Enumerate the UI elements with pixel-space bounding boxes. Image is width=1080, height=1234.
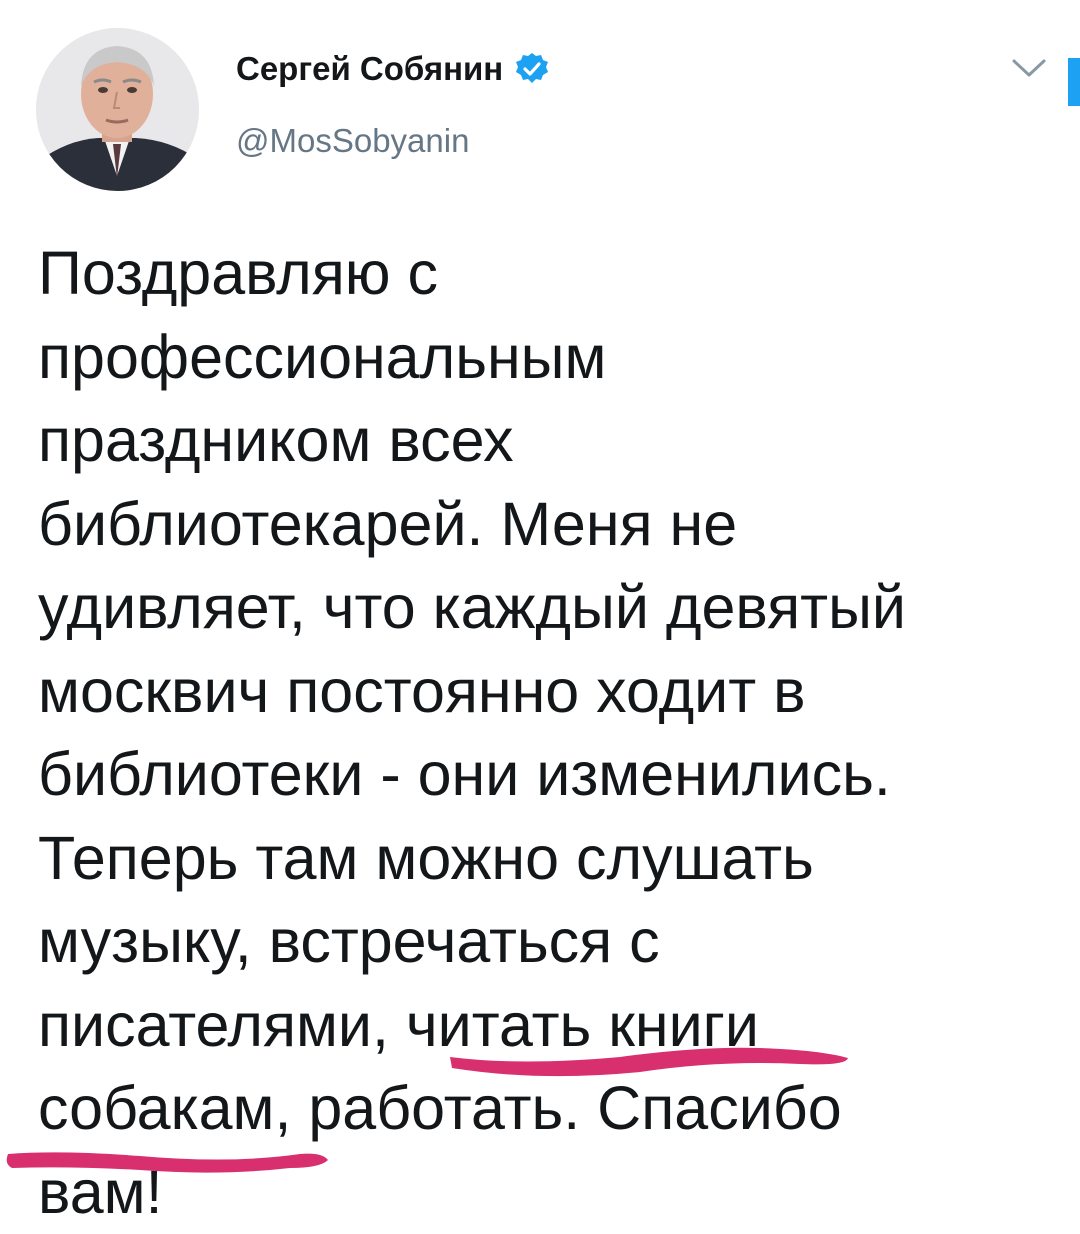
tweet-text: Поздравляю с профессиональным праздником…: [38, 232, 1058, 1234]
tweet-line: писателями, читать книги: [38, 984, 1058, 1068]
verified-badge-icon: [515, 52, 549, 86]
author-name-text: Сергей Собянин: [236, 50, 503, 88]
tweet-line: удивляет, что каждый девятый: [38, 566, 1058, 650]
edge-accent-bar: [1068, 58, 1080, 106]
author-name[interactable]: Сергей Собянин: [236, 50, 549, 88]
tweet-line: Поздравляю с: [38, 232, 1058, 316]
tweet-line: Теперь там можно слушать: [38, 817, 1058, 901]
avatar[interactable]: [36, 28, 199, 191]
tweet-line: профессиональным: [38, 316, 1058, 400]
tweet-line: праздником всех: [38, 399, 1058, 483]
tweet-line: москвич постоянно ходит в: [38, 650, 1058, 734]
author-handle[interactable]: @MosSobyanin: [236, 122, 469, 160]
tweet-line: собакам, работать. Спасибо: [38, 1067, 1058, 1151]
tweet-line: музыку, встречаться с: [38, 900, 1058, 984]
chevron-down-icon[interactable]: [1010, 55, 1048, 81]
tweet-line: вам!: [38, 1151, 1058, 1234]
avatar-photo: [36, 28, 199, 191]
tweet-line: библиотекарей. Меня не: [38, 483, 1058, 567]
tweet-line: библиотеки - они изменились.: [38, 733, 1058, 817]
